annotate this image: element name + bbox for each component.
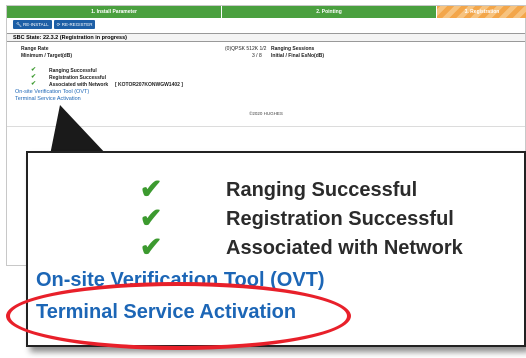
esno-label: Initial / Final EsNo(dB) <box>271 53 325 59</box>
step-registration[interactable]: 3. Registration <box>436 6 526 18</box>
zoom-registration-status: Registration Successful <box>226 208 454 230</box>
zoom-ranging-row: ✔ <box>136 175 166 203</box>
ovt-link[interactable]: On-site Verification Tool (OVT) <box>15 89 89 95</box>
reregister-button[interactable]: ⟳ RE-REGISTER <box>53 20 96 29</box>
network-id: [ KOTOR207KONWGW1402 ] <box>115 82 183 88</box>
step-install-parameter[interactable]: 1. Install Parameter <box>7 6 221 18</box>
wizard-steps: 1. Install Parameter 2. Pointing 3. Regi… <box>7 6 526 18</box>
reinstall-button[interactable]: 🔧︎ RE-INSTALL <box>13 20 52 29</box>
zoom-terminal-activation-link[interactable]: Terminal Service Activation <box>36 301 296 324</box>
zoom-associated-status: Associated with Network <box>226 237 463 259</box>
check-icon: ✔ <box>31 81 37 87</box>
zoom-registration-row: ✔ <box>136 204 166 232</box>
zoom-ovt-link[interactable]: On-site Verification Tool (OVT) <box>36 269 325 292</box>
copyright: ©2020 HUGHES <box>249 111 283 116</box>
range-rate-label: Range Rate <box>21 46 49 52</box>
min-target-label: Minimum / Target(dB) <box>21 53 73 59</box>
zoom-callout: ✔ Ranging Successful ✔ Registration Succ… <box>26 151 526 347</box>
associated-status: Associated with Network <box>49 82 109 88</box>
refresh-icon: ⟳ <box>56 22 61 27</box>
check-icon: ✔ <box>139 174 163 204</box>
registration-status: Registration Successful <box>49 75 106 81</box>
action-buttons: 🔧︎ RE-INSTALL ⟳ RE-REGISTER <box>13 20 96 29</box>
ratio-value: 3 / 8 <box>252 53 262 59</box>
divider <box>7 126 525 127</box>
ranging-status: Ranging Successful <box>49 68 97 74</box>
check-icon: ✔ <box>31 74 37 80</box>
zoom-ranging-status: Ranging Successful <box>226 179 418 201</box>
check-icon: ✔ <box>139 232 163 262</box>
zoom-associated-row: ✔ <box>136 233 166 261</box>
reregister-label: RE-REGISTER <box>61 22 93 27</box>
check-icon: ✔ <box>139 203 163 233</box>
sbc-state-bar: SBC State: 22.3.2 (Registration in progr… <box>7 33 525 42</box>
reinstall-label: RE-INSTALL <box>22 22 49 27</box>
wrench-icon: 🔧︎ <box>16 22 22 27</box>
check-icon: ✔ <box>31 67 37 73</box>
modcod-value: (0)QPSK 512K 1/2 <box>225 46 267 52</box>
ranging-sessions-label: Ranging Sessions <box>271 46 315 52</box>
step-pointing[interactable]: 2. Pointing <box>221 6 436 18</box>
terminal-activation-link[interactable]: Terminal Service Activation <box>15 96 81 102</box>
